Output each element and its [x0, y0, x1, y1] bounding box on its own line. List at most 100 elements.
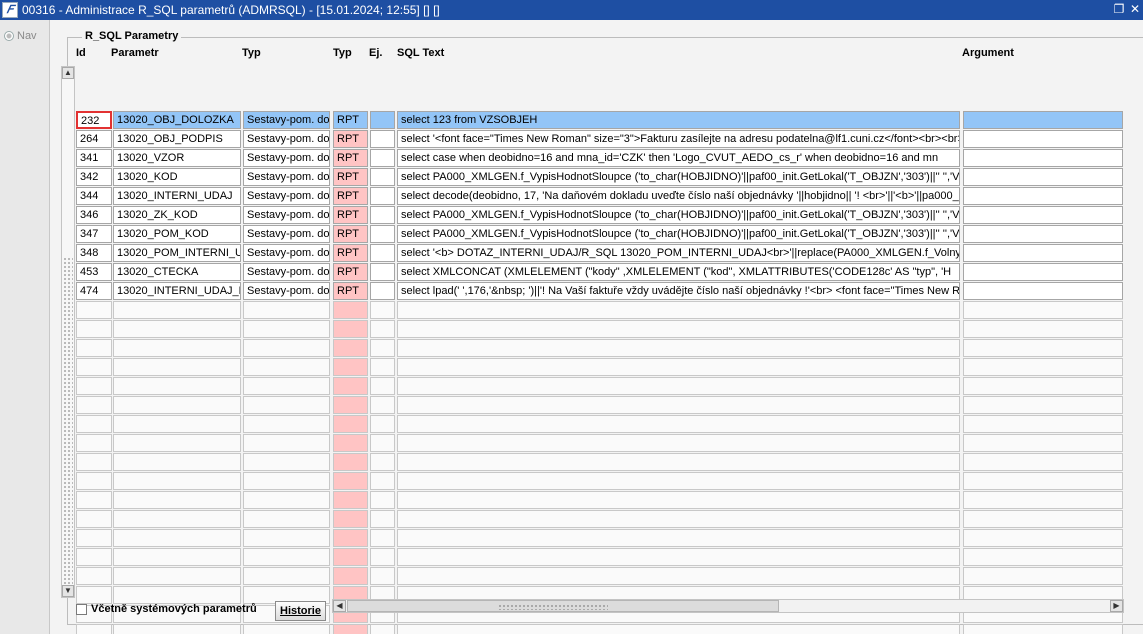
cell-ej[interactable]	[370, 548, 395, 566]
cell-parametr[interactable]: 13020_VZOR	[113, 149, 241, 167]
system-params-checkbox[interactable]: Včetně systémových parametrů	[76, 603, 257, 615]
cell-ej[interactable]	[370, 624, 395, 634]
checkbox-icon[interactable]	[76, 603, 87, 615]
cell-parametr[interactable]	[113, 586, 241, 604]
cell-typ-code[interactable]	[333, 434, 368, 452]
cell-parametr[interactable]	[113, 453, 241, 471]
cell-sql-text[interactable]	[397, 301, 960, 319]
table-row[interactable]: 232 13020_OBJ_DOLOZKA Sestavy-pom. dot RPT s…	[0, 111, 1123, 130]
cell-sql-text[interactable]: select XMLCONCAT (XMLELEMENT ("kody" ,XM…	[397, 263, 960, 281]
vertical-scrollbar[interactable]: ▲ ▼	[61, 66, 75, 598]
cell-parametr[interactable]	[113, 320, 241, 338]
cell-sql-text[interactable]: select PA000_XMLGEN.f_VypisHodnotSloupce…	[397, 225, 960, 243]
cell-typ[interactable]	[243, 377, 330, 395]
cell-ej[interactable]	[370, 472, 395, 490]
cell-typ-code[interactable]: RPT	[333, 206, 368, 224]
cell-typ[interactable]	[243, 358, 330, 376]
cell-ej[interactable]	[370, 320, 395, 338]
empty-row[interactable]	[0, 377, 1123, 396]
cell-id[interactable]	[76, 491, 112, 509]
cell-parametr[interactable]: 13020_ZK_KOD	[113, 206, 241, 224]
cell-id[interactable]: 342	[76, 168, 112, 186]
cell-parametr[interactable]	[113, 301, 241, 319]
cell-id[interactable]	[76, 472, 112, 490]
close-icon[interactable]: ✕	[1129, 2, 1141, 16]
cell-typ-code[interactable]	[333, 339, 368, 357]
cell-sql-text[interactable]	[397, 434, 960, 452]
empty-row[interactable]	[0, 320, 1123, 339]
cell-ej[interactable]	[370, 111, 395, 129]
cell-typ[interactable]	[243, 491, 330, 509]
cell-typ-code[interactable]	[333, 491, 368, 509]
cell-argument[interactable]	[963, 491, 1123, 509]
cell-argument[interactable]	[963, 529, 1123, 547]
cell-typ[interactable]	[243, 396, 330, 414]
cell-ej[interactable]	[370, 396, 395, 414]
cell-parametr[interactable]: 13020_CTECKA	[113, 263, 241, 281]
cell-ej[interactable]	[370, 434, 395, 452]
cell-id[interactable]	[76, 453, 112, 471]
cell-typ-code[interactable]	[333, 510, 368, 528]
cell-id[interactable]	[76, 377, 112, 395]
cell-sql-text[interactable]: select PA000_XMLGEN.f_VypisHodnotSloupce…	[397, 206, 960, 224]
cell-id[interactable]	[76, 396, 112, 414]
cell-argument[interactable]	[963, 358, 1123, 376]
cell-typ[interactable]: Sestavy-pom. dot	[243, 187, 330, 205]
cell-parametr[interactable]	[113, 529, 241, 547]
cell-typ-code[interactable]	[333, 567, 368, 585]
table-row[interactable]: 264 13020_OBJ_PODPIS Sestavy-pom. dot RPT se…	[0, 130, 1123, 149]
cell-argument[interactable]	[963, 415, 1123, 433]
cell-typ[interactable]: Sestavy-pom. dot	[243, 282, 330, 300]
cell-parametr[interactable]: 13020_KOD	[113, 168, 241, 186]
nav-radio-item[interactable]: Nav	[4, 30, 37, 42]
cell-ej[interactable]	[370, 244, 395, 262]
cell-ej[interactable]	[370, 130, 395, 148]
cell-argument[interactable]	[963, 453, 1123, 471]
cell-parametr[interactable]	[113, 491, 241, 509]
cell-ej[interactable]	[370, 168, 395, 186]
cell-argument[interactable]	[963, 320, 1123, 338]
cell-sql-text[interactable]	[397, 415, 960, 433]
cell-ej[interactable]	[370, 301, 395, 319]
cell-typ-code[interactable]	[333, 415, 368, 433]
cell-id[interactable]: 347	[76, 225, 112, 243]
cell-id[interactable]: 453	[76, 263, 112, 281]
empty-row[interactable]	[0, 301, 1123, 320]
scroll-right-arrow-icon[interactable]: ▶	[1110, 600, 1123, 612]
cell-ej[interactable]	[370, 491, 395, 509]
cell-sql-text[interactable]: select case when deobidno=16 and mna_id=…	[397, 149, 960, 167]
table-row[interactable]: 342 13020_KOD Sestavy-pom. dot RPT select PA…	[0, 168, 1123, 187]
cell-ej[interactable]	[370, 225, 395, 243]
cell-typ-code[interactable]	[333, 377, 368, 395]
cell-typ[interactable]	[243, 434, 330, 452]
cell-argument[interactable]	[963, 434, 1123, 452]
cell-argument[interactable]	[963, 301, 1123, 319]
table-row[interactable]: 34813020_POM_INTERNI_UDASestavy-pom. dot…	[0, 244, 1123, 263]
cell-parametr[interactable]	[113, 624, 241, 634]
cell-argument[interactable]	[963, 510, 1123, 528]
cell-ej[interactable]	[370, 263, 395, 281]
cell-ej[interactable]	[370, 529, 395, 547]
cell-argument[interactable]	[963, 111, 1123, 129]
cell-ej[interactable]	[370, 339, 395, 357]
cell-typ-code[interactable]: RPT	[333, 168, 368, 186]
cell-argument[interactable]	[963, 149, 1123, 167]
cell-id[interactable]	[76, 510, 112, 528]
horizontal-scrollbar[interactable]: ◀ ▶	[332, 599, 1124, 613]
empty-row[interactable]	[0, 453, 1123, 472]
cell-typ-code[interactable]: RPT	[333, 244, 368, 262]
cell-ej[interactable]	[370, 149, 395, 167]
cell-argument[interactable]	[963, 187, 1123, 205]
cell-id[interactable]: 232	[76, 111, 112, 129]
empty-row[interactable]	[0, 491, 1123, 510]
cell-typ-code[interactable]	[333, 472, 368, 490]
scroll-left-arrow-icon[interactable]: ◀	[333, 600, 346, 612]
cell-typ[interactable]	[243, 548, 330, 566]
table-row[interactable]: 346 13020_ZK_KOD Sestavy-pom. dot RPT select…	[0, 206, 1123, 225]
cell-typ-code[interactable]	[333, 320, 368, 338]
restore-icon[interactable]: ❐	[1113, 2, 1125, 16]
table-row[interactable]: 474 13020_INTERNI_UDAJ_PE Sestavy-pom. dot…	[0, 282, 1123, 301]
empty-row[interactable]	[0, 396, 1123, 415]
cell-sql-text[interactable]: select '<font face="Times New Roman" siz…	[397, 130, 960, 148]
cell-parametr[interactable]: 13020_POM_INTERNI_UDA	[113, 244, 241, 262]
